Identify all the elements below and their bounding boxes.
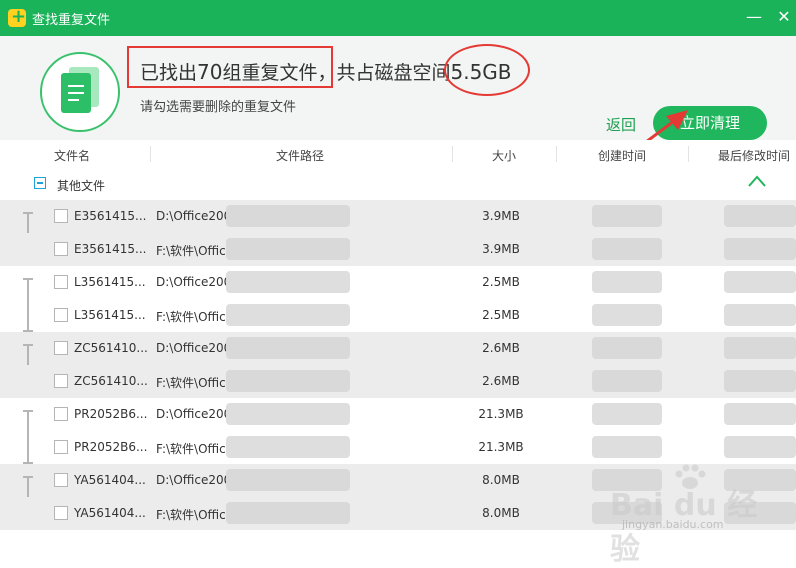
watermark-url: jingyan.baidu.com <box>622 518 724 531</box>
file-path: D:\Office200 <box>156 341 228 355</box>
table-row[interactable]: ZC561410... D:\Office200 2.6MB <box>0 332 796 398</box>
redacted-modified-time <box>724 271 796 293</box>
file-name: E3561415... <box>74 242 147 256</box>
file-size: 2.6MB <box>482 374 520 388</box>
file-path: D:\Office200 <box>156 407 228 421</box>
file-size: 2.5MB <box>482 275 520 289</box>
redacted-path <box>226 436 350 458</box>
redacted-path <box>226 370 350 392</box>
redacted-created-time <box>592 304 662 326</box>
row-checkbox[interactable] <box>54 209 68 223</box>
file-group-row[interactable]: 其他文件 <box>0 168 796 200</box>
column-header-size[interactable]: 大小 <box>492 147 516 164</box>
chevron-up-icon[interactable] <box>747 174 767 188</box>
row-checkbox[interactable] <box>54 506 68 520</box>
file-size: 3.9MB <box>482 242 520 256</box>
file-size: 3.9MB <box>482 209 520 223</box>
column-header-path[interactable]: 文件路径 <box>276 147 324 164</box>
table-row[interactable]: PR2052B6... F:\软件\Offic 21.3MB <box>0 431 796 464</box>
table-row[interactable]: E3561415... F:\软件\Offic 3.9MB <box>0 233 796 266</box>
app-logo-icon <box>8 6 26 27</box>
row-checkbox[interactable] <box>54 473 68 487</box>
row-checkbox[interactable] <box>54 308 68 322</box>
file-name: YA561404... <box>74 506 146 520</box>
redacted-created-time <box>592 271 662 293</box>
redacted-modified-time <box>724 436 796 458</box>
close-button[interactable]: ✕ <box>772 6 796 28</box>
redacted-path <box>226 238 350 260</box>
file-name: L3561415... <box>74 275 146 289</box>
file-path: D:\Office200 <box>156 473 228 487</box>
redacted-path <box>226 271 350 293</box>
redacted-modified-time <box>724 403 796 425</box>
file-name: ZC561410... <box>74 374 148 388</box>
document-stack-icon <box>40 52 120 132</box>
summary-subtitle: 请勾选需要删除的重复文件 <box>140 100 297 115</box>
group-checkbox[interactable] <box>34 177 46 189</box>
title-bar: 查找重复文件 — ✕ <box>0 0 796 36</box>
redacted-created-time <box>592 205 662 227</box>
redacted-modified-time <box>724 238 796 260</box>
annotation-highlight-box <box>127 46 333 88</box>
table-row[interactable]: E3561415... D:\Office200 3.9MB <box>0 200 796 266</box>
column-header-created[interactable]: 创建时间 <box>598 147 646 164</box>
redacted-path <box>226 403 350 425</box>
file-name: PR2052B6... <box>74 407 148 421</box>
file-path: D:\Office200 <box>156 209 228 223</box>
redacted-modified-time <box>724 370 796 392</box>
redacted-created-time <box>592 403 662 425</box>
file-path: D:\Office200 <box>156 275 228 289</box>
redacted-created-time <box>592 436 662 458</box>
redacted-path <box>226 304 350 326</box>
redacted-path <box>226 337 350 359</box>
annotation-highlight-ellipse <box>444 44 530 96</box>
file-path: F:\软件\Offic <box>156 310 226 324</box>
row-checkbox[interactable] <box>54 275 68 289</box>
column-header-name[interactable]: 文件名 <box>54 147 90 164</box>
row-checkbox[interactable] <box>54 242 68 256</box>
row-checkbox[interactable] <box>54 374 68 388</box>
row-checkbox[interactable] <box>54 407 68 421</box>
table-row[interactable]: L3561415... F:\软件\Offic 2.5MB <box>0 299 796 332</box>
table-header: 文件名 文件路径 大小 创建时间 最后修改时间 <box>0 140 796 169</box>
file-size: 2.5MB <box>482 308 520 322</box>
file-name: YA561404... <box>74 473 146 487</box>
file-size: 2.6MB <box>482 341 520 355</box>
row-checkbox[interactable] <box>54 341 68 355</box>
redacted-path <box>226 502 350 524</box>
file-size: 21.3MB <box>478 407 524 421</box>
row-checkbox[interactable] <box>54 440 68 454</box>
file-name: L3561415... <box>74 308 146 322</box>
redacted-path <box>226 469 350 491</box>
redacted-path <box>226 205 350 227</box>
file-path: F:\软件\Offic <box>156 244 226 258</box>
file-size: 21.3MB <box>478 440 524 454</box>
table-row[interactable]: L3561415... D:\Office200 2.5MB <box>0 266 796 332</box>
file-name: ZC561410... <box>74 341 148 355</box>
table-row[interactable]: ZC561410... F:\软件\Offic 2.6MB <box>0 365 796 398</box>
file-size: 8.0MB <box>482 473 520 487</box>
redacted-modified-time <box>724 205 796 227</box>
window-title: 查找重复文件 <box>32 13 111 28</box>
table-row[interactable]: PR2052B6... D:\Office200 21.3MB <box>0 398 796 464</box>
redacted-modified-time <box>724 337 796 359</box>
file-path: F:\软件\Offic <box>156 376 226 390</box>
redacted-created-time <box>592 238 662 260</box>
group-label: 其他文件 <box>57 179 106 193</box>
file-path: F:\软件\Offic <box>156 442 226 456</box>
redacted-created-time <box>592 337 662 359</box>
file-path: F:\软件\Offic <box>156 508 226 522</box>
redacted-created-time <box>592 370 662 392</box>
column-header-modified[interactable]: 最后修改时间 <box>718 147 790 164</box>
file-name: PR2052B6... <box>74 440 148 454</box>
minimize-button[interactable]: — <box>742 6 766 28</box>
file-name: E3561415... <box>74 209 147 223</box>
redacted-modified-time <box>724 304 796 326</box>
file-size: 8.0MB <box>482 506 520 520</box>
watermark: Bai du 经验 jingyan.baidu.com <box>610 462 780 567</box>
